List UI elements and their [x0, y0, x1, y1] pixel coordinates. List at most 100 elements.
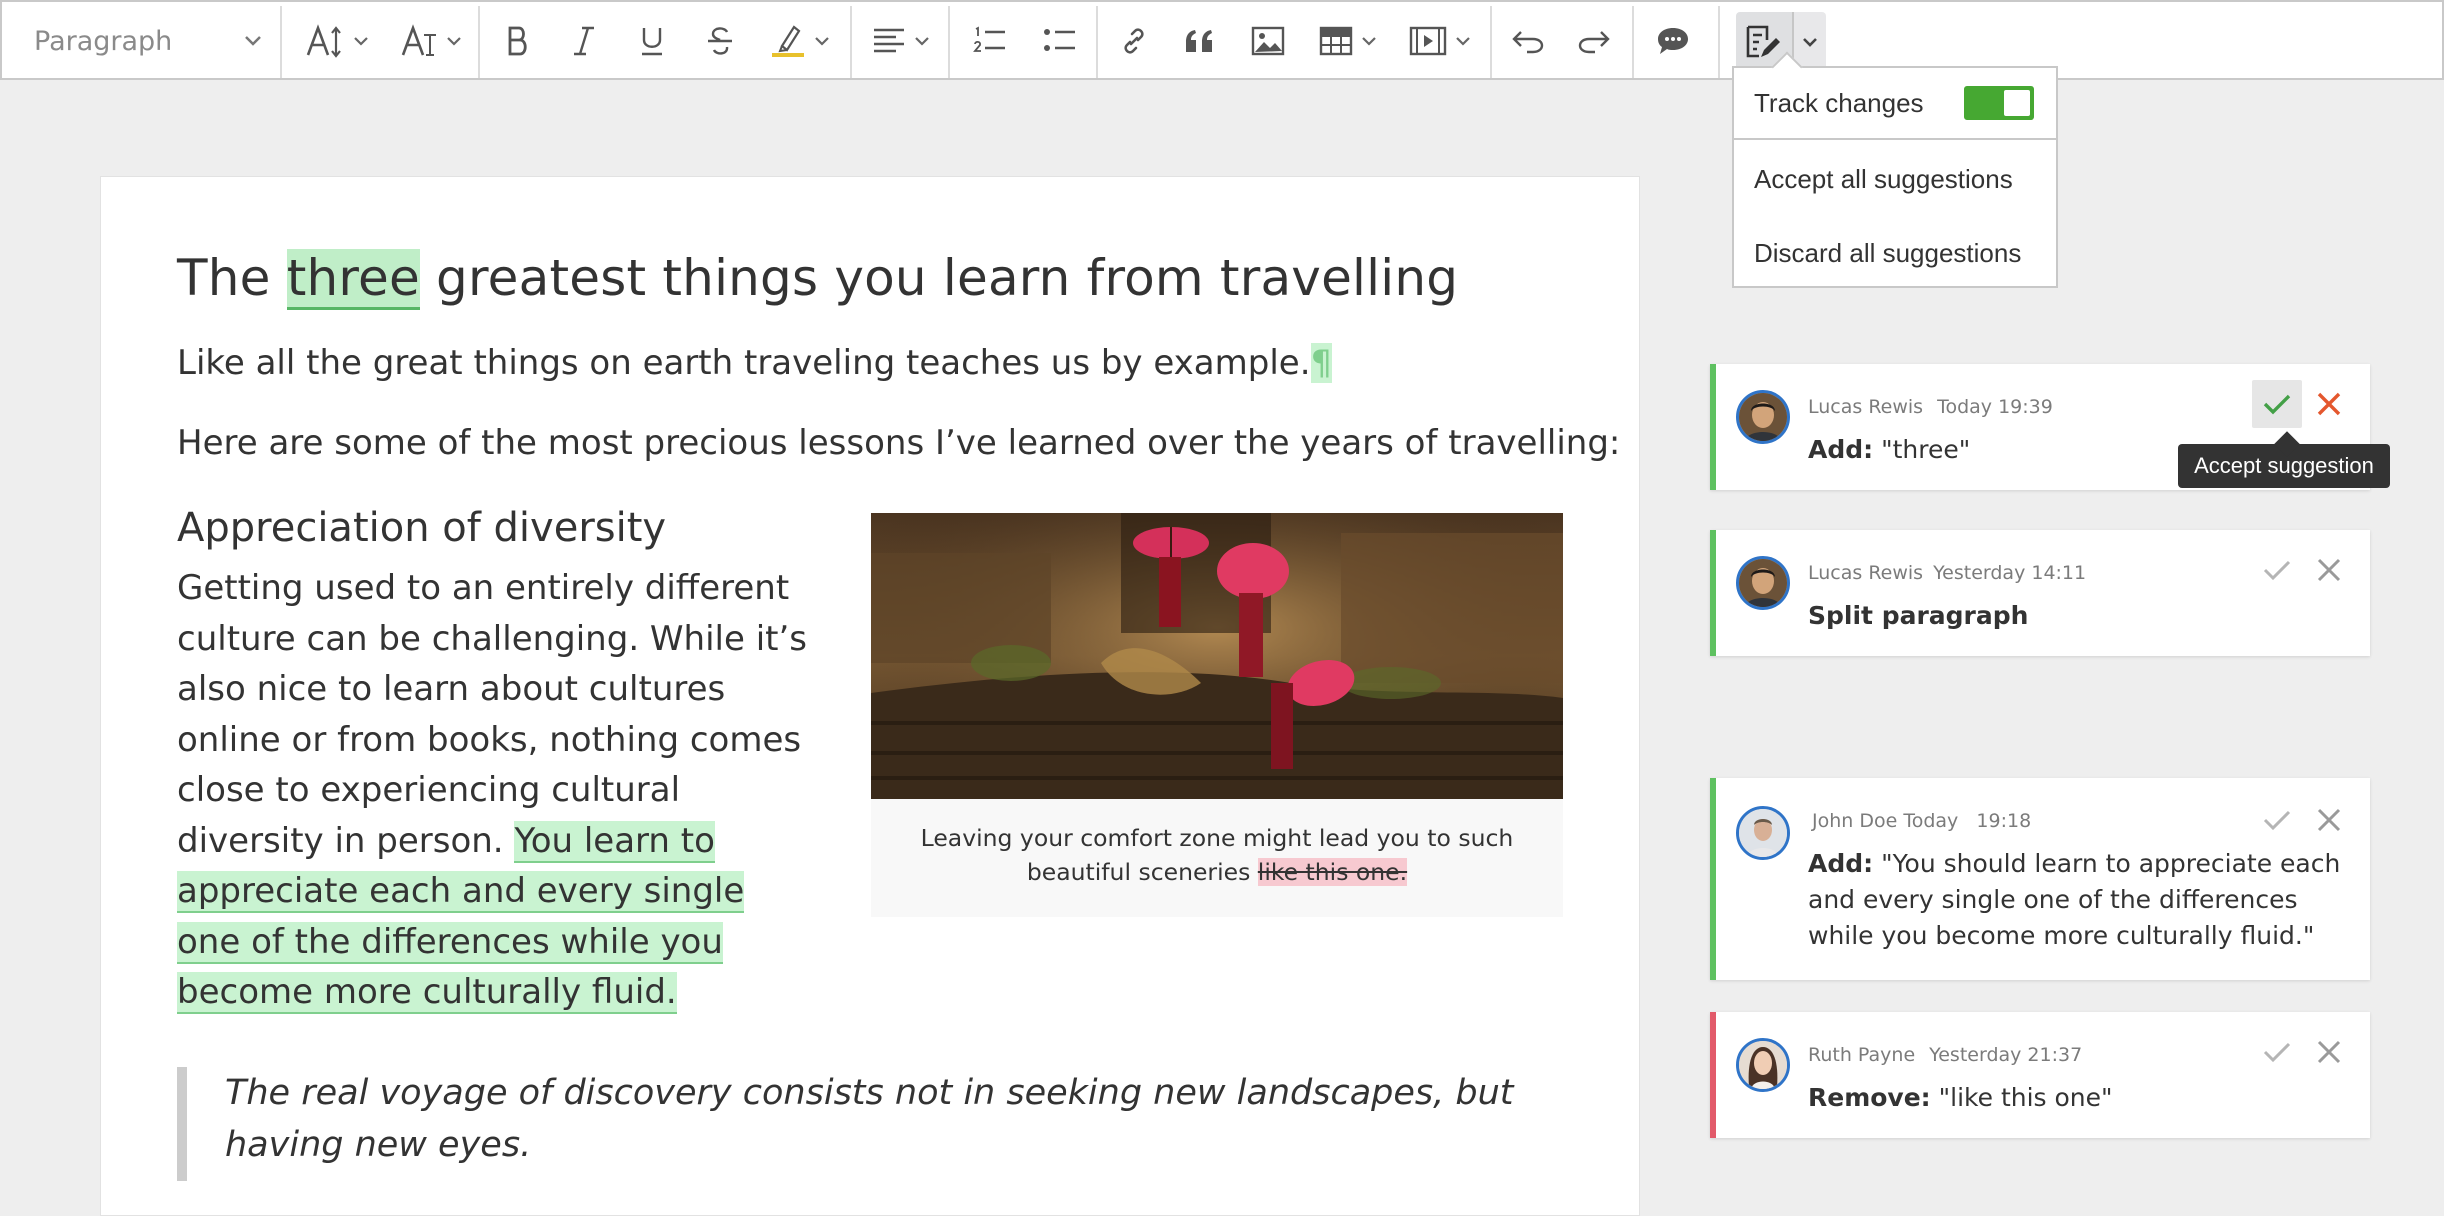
accept-suggestion-button[interactable] — [2252, 380, 2302, 428]
bold-icon — [508, 26, 527, 56]
suggestion-author: Lucas Rewis — [1808, 396, 1924, 418]
paragraph-text: Getting used to an entirely different cu… — [177, 568, 808, 861]
close-icon — [2317, 392, 2341, 416]
editor-toolbar: Paragraph — [0, 0, 2444, 80]
blockquote-icon — [1186, 30, 1212, 52]
discard-all-suggestions-item[interactable]: Discard all suggestions — [1734, 222, 2056, 284]
paragraph-style-dropdown[interactable]: Paragraph — [4, 2, 280, 80]
paragraph-2[interactable]: Here are some of the most precious lesso… — [177, 423, 1620, 463]
discard-suggestion-button[interactable] — [2302, 380, 2356, 428]
bulleted-list-icon — [1044, 29, 1075, 51]
highlight-icon — [772, 25, 804, 57]
suggestion-remove-text[interactable]: like this one. — [1257, 858, 1408, 886]
suggestion-meta: Lucas Rewis Today 19:39 — [1808, 396, 2053, 418]
strikethrough-button[interactable] — [694, 2, 746, 80]
alignment-icon — [874, 28, 904, 53]
media-icon — [1409, 26, 1447, 56]
track-changes-toggle-row[interactable]: Track changes — [1734, 68, 2056, 140]
accept-suggestion-button[interactable] — [2252, 546, 2302, 594]
chevron-down-icon — [1803, 38, 1817, 47]
suggestion-card-2[interactable]: Lucas Rewis Yesterday 14:11 Split paragra… — [1710, 530, 2370, 656]
close-icon — [2317, 808, 2341, 832]
suggestion-actions — [2252, 380, 2356, 428]
suggestion-text: "like this one" — [1938, 1083, 2113, 1112]
title-text: greatest things you learn from travellin… — [419, 249, 1459, 307]
track-changes-menu: Track changes Accept all suggestions Dis… — [1732, 66, 2058, 288]
suggestion-actions — [2252, 546, 2356, 594]
suggestion-card-4[interactable]: Ruth Payne Yesterday 21:37 Remove: "like … — [1710, 1012, 2370, 1138]
suggestion-actions — [2252, 1028, 2356, 1076]
insert-image-button[interactable] — [1242, 2, 1294, 80]
table-icon — [1319, 26, 1353, 56]
document-title[interactable]: The three greatest things you learn from… — [177, 249, 1459, 310]
bulleted-list-button[interactable] — [1032, 2, 1088, 80]
numbered-list-button[interactable] — [962, 2, 1018, 80]
underline-icon — [642, 28, 662, 56]
suggestion-body: Remove: "like this one" — [1808, 1080, 2113, 1116]
blockquote-button[interactable] — [1174, 2, 1226, 80]
toolbar-divider — [478, 6, 480, 78]
discard-suggestion-button[interactable] — [2302, 796, 2356, 844]
accept-suggestion-button[interactable] — [2252, 796, 2302, 844]
figure-caption[interactable]: Leaving your comfort zone might lead you… — [871, 821, 1563, 889]
paragraph-1[interactable]: Like all the great things on earth trave… — [177, 343, 1333, 383]
font-size-icon — [306, 24, 341, 58]
suggestion-insert-three[interactable]: three — [286, 249, 420, 310]
chevron-down-icon — [245, 36, 261, 46]
checkmark-icon — [2263, 560, 2291, 581]
toolbar-divider — [1096, 6, 1098, 78]
accept-all-suggestions-item[interactable]: Accept all suggestions — [1734, 150, 2056, 208]
suggestion-meta: Ruth Payne Yesterday 21:37 — [1808, 1044, 2082, 1066]
redo-icon — [1578, 31, 1610, 54]
suggestion-card-3[interactable]: John Doe Today 19:18 Add: "You should le… — [1710, 778, 2370, 980]
checkmark-icon — [2263, 1042, 2291, 1063]
undo-button[interactable] — [1502, 2, 1554, 80]
insert-table-button[interactable] — [1308, 2, 1388, 80]
document-page[interactable]: The three greatest things you learn from… — [100, 176, 1640, 1216]
bold-button[interactable] — [492, 2, 544, 80]
suggestion-body: Add: "three" — [1808, 432, 1970, 468]
alignment-button[interactable] — [864, 2, 938, 80]
close-icon — [2317, 558, 2341, 582]
chevron-down-icon — [915, 37, 929, 46]
toolbar-divider — [850, 6, 852, 78]
link-button[interactable] — [1108, 2, 1160, 80]
paragraph-3[interactable]: Getting used to an entirely different cu… — [177, 563, 817, 1018]
suggestion-text: "three" — [1881, 435, 1971, 464]
paragraph-text: Like all the great things on earth trave… — [177, 343, 1311, 383]
track-changes-toggle[interactable] — [1964, 86, 2034, 120]
avatar — [1736, 556, 1790, 610]
suggestion-meta: Lucas Rewis Yesterday 14:11 — [1808, 562, 2086, 584]
italic-icon — [574, 26, 594, 56]
font-family-button[interactable] — [388, 2, 474, 80]
underline-button[interactable] — [626, 2, 678, 80]
image-figure[interactable]: Leaving your comfort zone might lead you… — [871, 513, 1563, 917]
section-heading[interactable]: Appreciation of diversity — [177, 505, 666, 551]
track-changes-label: Track changes — [1754, 87, 1924, 118]
suggestion-type: Add: — [1808, 435, 1874, 464]
insert-media-button[interactable] — [1400, 2, 1480, 80]
discard-suggestion-button[interactable] — [2302, 546, 2356, 594]
comment-button[interactable] — [1646, 2, 1700, 80]
highlight-button[interactable] — [760, 2, 840, 80]
chevron-down-icon — [815, 37, 829, 46]
chevron-down-icon — [447, 37, 461, 46]
suggestion-split-paragraph-mark[interactable]: ¶ — [1310, 343, 1333, 383]
paragraph-style-label: Paragraph — [34, 25, 173, 57]
suggestion-body: Split paragraph — [1808, 598, 2028, 634]
undo-icon — [1512, 31, 1544, 54]
italic-button[interactable] — [558, 2, 610, 80]
suggestion-time: Yesterday 21:37 — [1929, 1044, 2083, 1066]
avatar — [1736, 806, 1790, 860]
redo-button[interactable] — [1568, 2, 1620, 80]
accept-suggestion-button[interactable] — [2252, 1028, 2302, 1076]
suggestion-author: Ruth Payne — [1808, 1044, 1916, 1066]
monks-with-umbrellas-photo — [871, 513, 1563, 799]
suggestion-time: Yesterday 14:11 — [1933, 562, 2087, 584]
figure-image[interactable] — [871, 513, 1563, 799]
block-quote[interactable]: The real voyage of discovery consists no… — [177, 1067, 1567, 1181]
font-size-button[interactable] — [292, 2, 382, 80]
toolbar-divider — [1490, 6, 1492, 78]
discard-suggestion-button[interactable] — [2302, 1028, 2356, 1076]
suggestion-type: Remove: — [1808, 1083, 1931, 1112]
